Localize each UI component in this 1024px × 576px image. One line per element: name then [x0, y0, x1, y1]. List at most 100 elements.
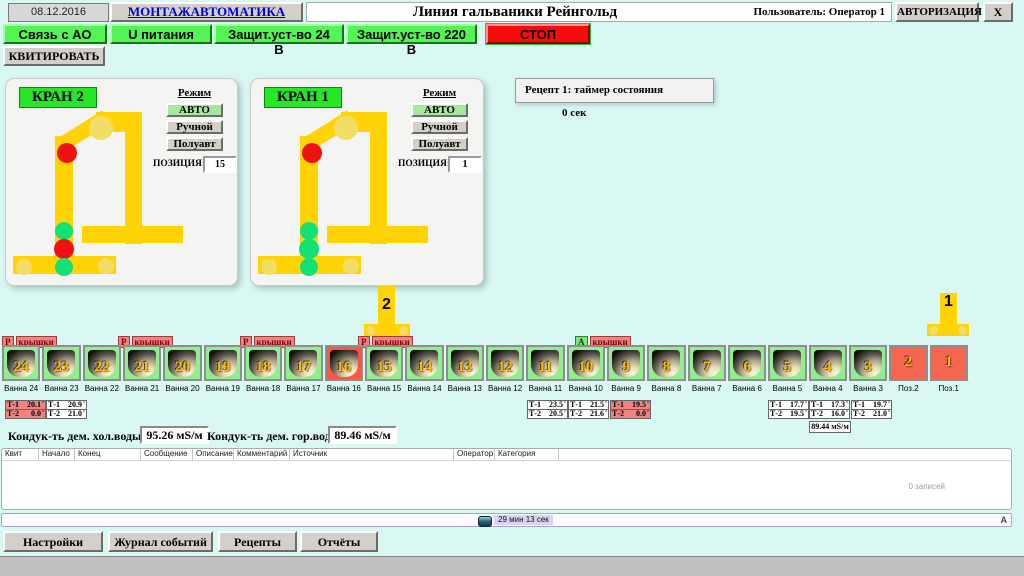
temp-sensor-label: Т-1 — [7, 401, 21, 409]
bath-cell[interactable]: 2 — [889, 345, 927, 381]
bath-cell[interactable]: 5 — [768, 345, 806, 381]
table-column-header: Категория — [495, 449, 559, 460]
close-button[interactable]: X — [983, 2, 1013, 22]
stop-button[interactable]: СТОП — [486, 24, 590, 44]
bath-cell[interactable]: 14 — [405, 345, 443, 381]
acknowledge-button[interactable]: КВИТИРОВАТЬ — [3, 46, 105, 66]
alarm-timebar[interactable]: 29 мин 13 сек А — [1, 513, 1012, 527]
mode-auto-button[interactable]: АВТО — [166, 103, 223, 117]
bath-cell[interactable]: 1 — [930, 345, 968, 381]
bath-cell[interactable]: 4 — [809, 345, 847, 381]
timebar-thumb-icon[interactable] — [478, 516, 492, 527]
bath-cell[interactable]: 16 — [325, 345, 363, 381]
temp-sensor-label: Т-2 — [570, 410, 584, 418]
datetime-display: 08.12.2016 13:04:34 — [8, 3, 109, 22]
bath-number: 9 — [609, 359, 643, 376]
temperature-row: Т-221.0° — [46, 409, 87, 419]
bath-cell[interactable]: 12 — [486, 345, 524, 381]
bath: 7Ванна 7 — [688, 345, 726, 393]
degree-sign: ° — [805, 401, 807, 409]
crane-2-panel: КРАН 2 Режим АВТО Ручной Полуавт ПОЗИЦИЯ… — [5, 78, 238, 286]
status-indicator[interactable]: Защит.уст-во 220 В — [346, 24, 477, 44]
bath-cell[interactable]: 22 — [83, 345, 121, 381]
bath-number: 20 — [165, 359, 199, 376]
mode-semiauto-button[interactable]: Полуавт — [411, 137, 468, 151]
status-indicator[interactable]: Связь с АО — [3, 24, 107, 44]
bath-label: Ванна 21 — [123, 384, 161, 393]
bath: 15Ванна 15 — [365, 345, 403, 393]
temp-sensor-label: Т-2 — [7, 410, 21, 418]
temperature-block: Т-117.7°Т-219.5° — [768, 401, 809, 419]
bath-label: Ванна 20 — [163, 384, 201, 393]
status-indicator[interactable]: U питания — [110, 24, 212, 44]
degree-sign: ° — [605, 410, 607, 418]
mode-manual-button[interactable]: Ручной — [166, 120, 223, 134]
bath-cell[interactable]: 8 — [647, 345, 685, 381]
degree-sign: ° — [564, 401, 566, 409]
temp-value: 0.0 — [21, 410, 41, 418]
nav-event-log-button[interactable]: Журнал событий — [108, 531, 213, 552]
temp-value: 21.0 — [867, 410, 887, 418]
bath-cell[interactable]: 24 — [2, 345, 40, 381]
foot-light — [261, 259, 277, 275]
mode-auto-button[interactable]: АВТО — [411, 103, 468, 117]
temp-sensor-label: Т-2 — [529, 410, 543, 418]
brand-button[interactable]: МОНТАЖАВТОМАТИКА — [110, 2, 303, 22]
bath-number: 23 — [44, 359, 78, 376]
degree-sign: ° — [564, 410, 566, 418]
bath-number: 15 — [367, 359, 401, 376]
top-lamp — [302, 143, 322, 163]
table-column-header: Конец — [75, 449, 141, 460]
status-indicator[interactable]: Защит.уст-во 24 В — [214, 24, 344, 44]
temperature-block: Т-123.5°Т-220.5° — [527, 401, 568, 419]
foot-light — [98, 258, 114, 274]
bath: 1Поз.1 — [930, 345, 968, 393]
bath-cell[interactable]: 20 — [163, 345, 201, 381]
bath-cell[interactable]: 9 — [607, 345, 645, 381]
temp-value: 19.5 — [626, 401, 646, 409]
nav-recipes-button[interactable]: Рецепты — [218, 531, 297, 552]
table-column-header: Сообщение — [141, 449, 193, 460]
bath-cell[interactable]: 21 — [123, 345, 161, 381]
bath-cell[interactable]: 17 — [284, 345, 322, 381]
table-column-header: Оператор — [454, 449, 495, 460]
position-label: ПОЗИЦИЯ: — [153, 159, 205, 169]
table-column-header: Описание — [193, 449, 234, 460]
mode-manual-button[interactable]: Ручной — [411, 120, 468, 134]
bath-cell[interactable]: 6 — [728, 345, 766, 381]
mode-semiauto-button[interactable]: Полуавт — [166, 137, 223, 151]
authorization-button[interactable]: АВТОРИЗАЦИЯ — [895, 2, 979, 22]
bath-cell[interactable]: 13 — [446, 345, 484, 381]
hot-water-conductivity-value: 89.46 мS/м — [328, 426, 397, 444]
bath-cell[interactable]: 7 — [688, 345, 726, 381]
bath-number: 14 — [407, 359, 441, 376]
temp-value: 23.5 — [543, 401, 563, 409]
bath-cell[interactable]: 19 — [204, 345, 242, 381]
nav-reports-button[interactable]: Отчёты — [300, 531, 378, 552]
nav-settings-button[interactable]: Настройки — [3, 531, 103, 552]
bath: 12Ванна 12 — [486, 345, 524, 393]
temp-value: 17.7 — [784, 401, 804, 409]
bath-cell[interactable]: 10 — [567, 345, 605, 381]
bath-cell[interactable]: 23 — [42, 345, 80, 381]
temp-sensor-label: Т-1 — [529, 401, 543, 409]
mode-label: Режим — [166, 87, 223, 99]
bath-cell[interactable]: 11 — [526, 345, 564, 381]
crane-1-marker-number: 1 — [944, 293, 953, 311]
bath-cell[interactable]: 3 — [849, 345, 887, 381]
degree-sign: ° — [888, 410, 890, 418]
autoscroll-icon[interactable]: А — [1001, 515, 1008, 525]
bath-cell[interactable]: 18 — [244, 345, 282, 381]
bath: 20 Ванна 20 — [163, 345, 201, 393]
top-lamp — [57, 143, 77, 163]
bath-label: Поз.2 — [889, 384, 927, 393]
bath-number: 21 — [125, 359, 159, 376]
recipe-status: Рецепт 1: таймер состояния 0 сек — [515, 78, 714, 103]
bath-label: Ванна 8 — [647, 384, 685, 393]
position-value: 1 — [448, 156, 482, 173]
crane-lamp — [54, 239, 74, 259]
crane-name-badge: КРАН 2 — [19, 87, 97, 108]
temperature-block: Т-120.9°Т-221.0° — [46, 401, 87, 419]
bath-cell[interactable]: 15 — [365, 345, 403, 381]
bath: 21 Ванна 21 — [123, 345, 161, 393]
